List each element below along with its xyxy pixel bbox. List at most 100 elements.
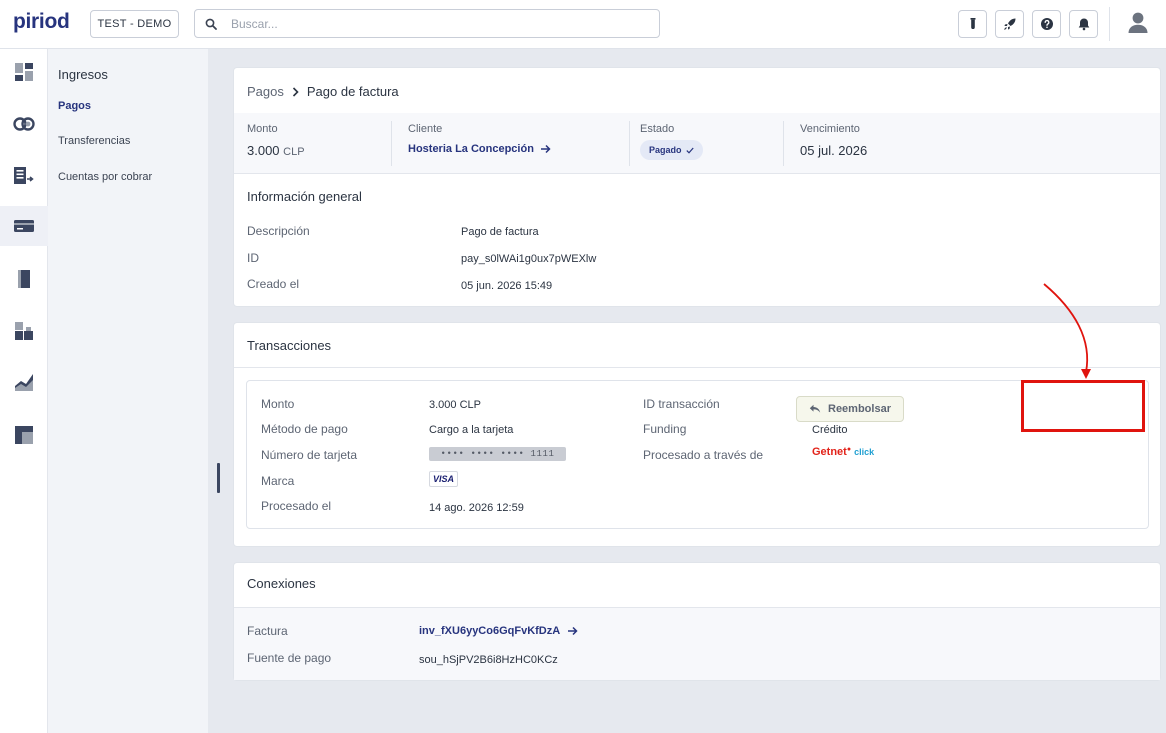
due-value: 05 jul. 2026 [800,143,868,158]
visa-logo: VISA [429,471,458,487]
payment-source-value: sou_hSjPV2B6i8HzHC0KCz [419,654,558,666]
area-chart-icon [15,374,33,391]
connections-body: Factura inv_fXU6yyCo6GqFvKfDzA Fuente de… [234,608,1160,680]
rail-ledger[interactable] [0,259,48,299]
amount-label: Monto [247,123,278,135]
getnet-logo: Getnet● click [812,446,874,458]
arrow-right-icon [540,144,551,154]
dashboard-icon [15,63,33,81]
reply-arrow-icon [809,404,821,413]
rocket-button[interactable] [995,10,1024,38]
general-info-title: Información general [247,189,362,204]
amount-value: 3.000 CLP [247,143,305,158]
refund-button[interactable]: Reembolsar [796,396,904,422]
rail-settings[interactable] [0,415,48,455]
processor-label: Procesado a través de [643,448,764,462]
breadcrumb: Pagos Pago de factura [247,84,399,99]
rail-products[interactable] [0,311,48,351]
search-box[interactable] [194,9,660,38]
created-label: Creado el [247,277,300,291]
processed-at-value: 14 ago. 2026 12:59 [429,502,524,514]
refund-label[interactable]: Reembolsar [828,403,891,415]
created-value: 05 jun. 2026 15:49 [461,280,553,292]
due-label: Vencimiento [800,123,860,135]
amount-currency: CLP [283,146,305,158]
user-avatar-icon [1128,12,1148,33]
funding-value: Crédito [812,424,848,436]
sidebar-item-transferencias[interactable]: Transferencias [58,135,130,147]
tx-amount-label: Monto [261,397,295,411]
transactions-title: Transacciones [247,338,332,353]
breadcrumb-parent[interactable]: Pagos [247,84,284,99]
tx-id-label: ID transacción [643,397,720,411]
user-menu[interactable] [1127,11,1149,40]
payment-method-value: Cargo a la tarjeta [429,424,514,436]
panel-resize-handle[interactable] [217,463,220,493]
rail-reports[interactable] [0,362,48,402]
invoice-id[interactable]: inv_fXU6yyCo6GqFvKfDzA [419,625,560,637]
status-label: Estado [640,123,675,135]
rail-payments[interactable] [0,206,48,246]
amount-number: 3.000 [247,143,280,158]
search-input[interactable] [231,15,631,33]
annotation-arrow [1043,283,1091,379]
card-number-label: Número de tarjeta [261,448,358,462]
column-divider [783,121,784,166]
notifications-button[interactable] [1069,10,1098,38]
card-number-value: •••• •••• •••• 1111 [429,447,566,461]
tx-amount-value: 3.000 CLP [429,399,481,411]
rail-dashboard[interactable] [0,52,48,92]
rocket-icon [1003,18,1015,30]
id-value: pay_s0lWAi1g0ux7pWEXlw [461,253,597,265]
getnet-click: click [854,447,875,457]
brand-label: Marca [261,474,295,488]
transactions-card: Transacciones Monto 3.000 CLP Método de … [233,322,1161,547]
icon-rail [0,49,48,733]
top-bar: piriod TEST - DEMO [0,0,1166,49]
recurring-icon [13,117,35,131]
check-icon [685,147,694,154]
status-text: Pagado [649,145,682,155]
piriod-logo[interactable]: piriod [13,10,70,34]
column-divider [391,121,392,166]
description-value: Pago de factura [461,226,539,238]
getnet-name: Getnet [812,446,847,458]
sidebar-item-pagos[interactable]: Pagos [58,100,91,112]
boxes-icon [15,322,33,340]
breadcrumb-current: Pago de factura [306,84,399,99]
help-button[interactable] [1032,10,1061,38]
sidebar-item-cuentas-por-cobrar[interactable]: Cuentas por cobrar [58,171,152,183]
payment-method-label: Método de pago [261,422,348,436]
payment-card: Pagos Pago de factura Monto 3.000 CLP Cl… [233,67,1161,307]
invoice-link[interactable]: inv_fXU6yyCo6GqFvKfDzA [419,625,578,637]
id-label: ID [247,251,259,265]
description-label: Descripción [247,224,310,238]
invoice-label: Factura [247,624,288,638]
chevron-right-icon [292,86,299,97]
client-label: Cliente [408,123,443,135]
client-name[interactable]: Hosteria La Concepción [408,143,534,155]
arrow-right-icon [568,626,578,636]
environment-button[interactable]: TEST - DEMO [90,10,179,38]
payment-summary: Monto 3.000 CLP Cliente Hosteria La Conc… [234,113,1160,173]
topbar-divider [1109,7,1110,41]
rail-subscriptions[interactable] [0,104,48,144]
test-tube-icon [970,18,975,29]
secondary-nav: Ingresos Pagos Transferencias Cuentas po… [48,49,208,733]
status-badge: Pagado [640,140,703,160]
book-icon [18,270,30,288]
rail-documents[interactable] [0,156,48,196]
connections-card: Conexiones Factura inv_fXU6yyCo6GqFvKfDz… [233,562,1161,681]
column-divider [629,121,630,166]
getnet-dot: ● [846,446,852,453]
client-link[interactable]: Hosteria La Concepción [408,143,551,155]
layout-icon [15,426,33,444]
credit-card-icon [14,220,34,232]
processed-at-label: Procesado el [261,499,332,513]
help-icon [1040,18,1053,30]
test-tube-button[interactable] [958,10,987,38]
funding-label: Funding [643,422,687,436]
divider [234,173,1160,174]
annotation-highlight-box [1021,380,1145,432]
divider [234,367,1160,368]
